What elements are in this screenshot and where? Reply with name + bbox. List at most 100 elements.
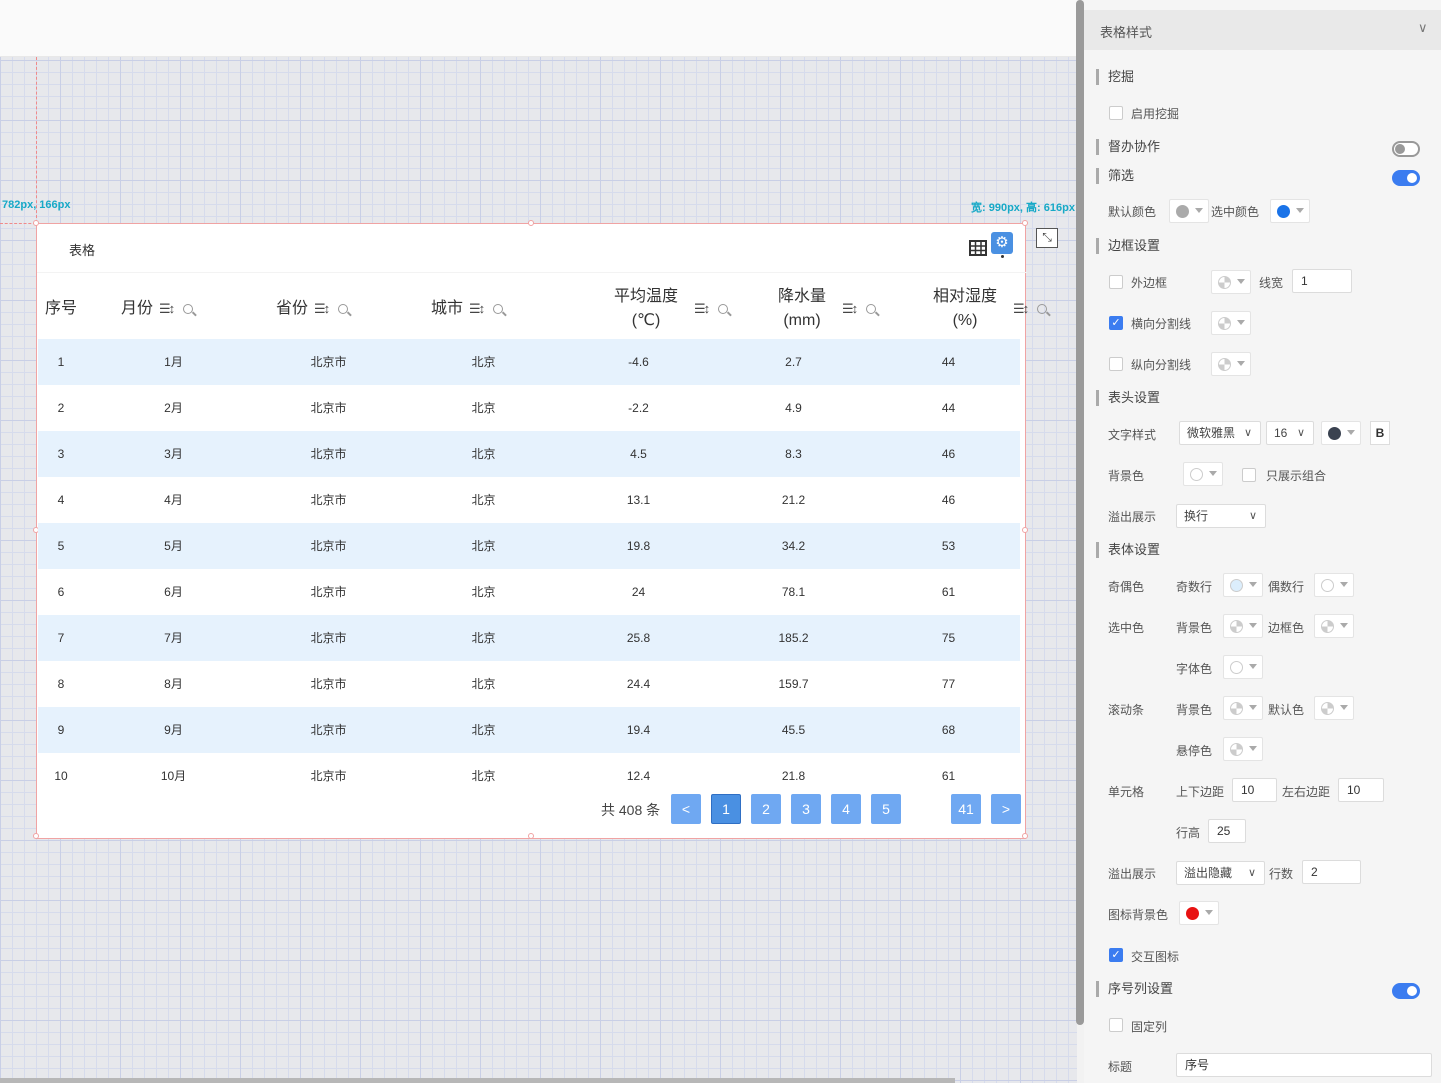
table-cell: 3月: [164, 447, 183, 461]
text-style-label: 文字样式: [1108, 428, 1157, 442]
row-height-input[interactable]: 25: [1208, 819, 1246, 843]
filter-toggle[interactable]: [1392, 170, 1420, 186]
expand-icon[interactable]: ⤡: [1036, 228, 1058, 248]
table-row[interactable]: 5 5月 北京市 北京 19.8 34.2 53: [38, 523, 1020, 569]
header-text-color-picker[interactable]: [1321, 421, 1361, 445]
table-row[interactable]: 4 4月 北京市 北京 13.1 21.2 46: [38, 477, 1020, 523]
h-divider-color-picker[interactable]: [1211, 311, 1251, 335]
resize-handle[interactable]: [1022, 833, 1028, 839]
column-header-label: 月份: [121, 300, 154, 317]
search-icon[interactable]: [493, 304, 504, 314]
table-row[interactable]: 1 1月 北京市 北京 -4.6 2.7 44: [38, 339, 1020, 385]
resize-handle[interactable]: [528, 220, 534, 226]
outer-border-label: 外边框: [1131, 276, 1168, 290]
icon-bg-color-picker[interactable]: [1179, 901, 1219, 925]
sort-icon[interactable]: ☰↕: [1013, 301, 1029, 317]
padding-h-input[interactable]: 10: [1338, 778, 1384, 802]
index-title-input[interactable]: 序号: [1176, 1053, 1432, 1077]
scrollbar-hover-color-picker[interactable]: [1223, 737, 1263, 761]
page-button-1[interactable]: 1: [711, 794, 741, 824]
prev-page-button[interactable]: <: [671, 794, 701, 824]
header-overflow-select[interactable]: 换行 ∨: [1176, 504, 1266, 528]
resize-handle[interactable]: [1022, 220, 1028, 226]
search-icon[interactable]: [1037, 304, 1048, 314]
caret-down-icon: [1195, 208, 1203, 213]
column-header[interactable]: 省份 ☰↕: [276, 279, 421, 339]
sort-icon[interactable]: ☰↕: [694, 301, 710, 317]
h-divider-checkbox[interactable]: ✓: [1109, 316, 1123, 330]
selected-font-color-picker[interactable]: [1223, 655, 1263, 679]
cell-label: 单元格: [1108, 785, 1145, 799]
table-row[interactable]: 8 8月 北京市 北京 24.4 159.7 77: [38, 661, 1020, 707]
table-row[interactable]: 2 2月 北京市 北京 -2.2 4.9 44: [38, 385, 1020, 431]
resize-handle[interactable]: [528, 833, 534, 839]
resize-handle[interactable]: [33, 220, 39, 226]
font-family-select[interactable]: 微软雅黑 ∨: [1179, 421, 1261, 445]
fixed-column-checkbox[interactable]: [1109, 1018, 1123, 1032]
line-width-input[interactable]: 1: [1292, 269, 1352, 293]
selected-bg-color-picker[interactable]: [1223, 614, 1263, 638]
selected-color-picker[interactable]: [1270, 199, 1310, 223]
font-size-select[interactable]: 16 ∨: [1266, 421, 1314, 445]
even-row-color-picker[interactable]: [1314, 573, 1354, 597]
design-canvas[interactable]: 782px, 166px 宽: 990px, 高: 616px 表格 ⚙ 序号 月…: [0, 0, 1077, 1083]
column-header[interactable]: 降水量 (mm) ☰↕: [778, 279, 923, 339]
v-divider-color-picker[interactable]: [1211, 352, 1251, 376]
scrollbar-bg-color-picker[interactable]: [1223, 696, 1263, 720]
bold-button[interactable]: B: [1370, 421, 1390, 445]
table-widget[interactable]: 表格 ⚙ 序号 月份 ☰↕ 省份 ☰↕ 城市 ☰↕ 平均温度 (℃) ☰↕ 降水量 (mm) ☰↕ 相…: [33, 220, 1048, 839]
caret-down-icon: [1347, 430, 1355, 435]
table-row[interactable]: 6 6月 北京市 北京 24 78.1 61: [38, 569, 1020, 615]
search-icon[interactable]: [866, 304, 877, 314]
table-cell: 78.1: [781, 585, 806, 599]
selected-border-color-picker[interactable]: [1314, 614, 1354, 638]
index-title-label: 标题: [1108, 1060, 1133, 1074]
enable-mining-checkbox[interactable]: [1109, 106, 1123, 120]
next-page-button[interactable]: >: [991, 794, 1021, 824]
column-header[interactable]: 月份 ☰↕: [121, 279, 266, 339]
table-cell: 19.4: [626, 723, 651, 737]
search-icon[interactable]: [718, 304, 729, 314]
page-button-3[interactable]: 3: [791, 794, 821, 824]
panel-header[interactable]: 表格样式 ∨: [1084, 10, 1441, 50]
column-header[interactable]: 城市 ☰↕: [431, 279, 576, 339]
sort-icon[interactable]: ☰↕: [469, 301, 485, 317]
header-bg-color-picker[interactable]: [1183, 462, 1223, 486]
v-divider-checkbox[interactable]: [1109, 357, 1123, 371]
page-button-2[interactable]: 2: [751, 794, 781, 824]
lines-input[interactable]: 2: [1302, 860, 1361, 884]
page-button-last[interactable]: 41: [951, 794, 981, 824]
padding-v-input[interactable]: 10: [1232, 778, 1277, 802]
page-button-5[interactable]: 5: [871, 794, 901, 824]
scrollbar-default-color-picker[interactable]: [1314, 696, 1354, 720]
default-color-picker[interactable]: [1169, 199, 1209, 223]
sort-icon[interactable]: ☰↕: [842, 301, 858, 317]
resize-handle[interactable]: [33, 833, 39, 839]
sort-icon[interactable]: ☰↕: [159, 301, 175, 317]
odd-row-color-picker[interactable]: [1223, 573, 1263, 597]
page-button-4[interactable]: 4: [831, 794, 861, 824]
table-cell: -2.2: [628, 401, 649, 415]
only-group-checkbox[interactable]: [1242, 468, 1256, 482]
body-overflow-select[interactable]: 溢出隐藏 ∨: [1176, 861, 1265, 885]
outer-border-checkbox[interactable]: [1109, 275, 1123, 289]
interactive-icon-checkbox[interactable]: ✓: [1109, 948, 1123, 962]
column-header[interactable]: 平均温度 (℃) ☰↕: [614, 279, 759, 339]
table-row[interactable]: 9 9月 北京市 北京 19.4 45.5 68: [38, 707, 1020, 753]
index-column-toggle[interactable]: [1392, 983, 1420, 999]
table-row[interactable]: 3 3月 北京市 北京 4.5 8.3 46: [38, 431, 1020, 477]
search-icon[interactable]: [183, 304, 194, 314]
color-swatch: [1230, 620, 1243, 633]
table-row[interactable]: 7 7月 北京市 北京 25.8 185.2 75: [38, 615, 1020, 661]
column-header[interactable]: 相对湿度 (%) ☰↕: [933, 279, 1078, 339]
gear-icon[interactable]: ⚙: [991, 232, 1013, 254]
canvas-horizontal-scrollbar[interactable]: [0, 1078, 955, 1083]
color-swatch: [1321, 620, 1334, 633]
table-view-icon[interactable]: [969, 240, 987, 256]
chevron-down-icon[interactable]: ∨: [1418, 20, 1428, 36]
sort-icon[interactable]: ☰↕: [314, 301, 330, 317]
outer-border-color-picker[interactable]: [1211, 270, 1251, 294]
canvas-vertical-scrollbar[interactable]: [1076, 0, 1084, 1025]
search-icon[interactable]: [338, 304, 349, 314]
supervise-toggle[interactable]: [1392, 141, 1420, 157]
